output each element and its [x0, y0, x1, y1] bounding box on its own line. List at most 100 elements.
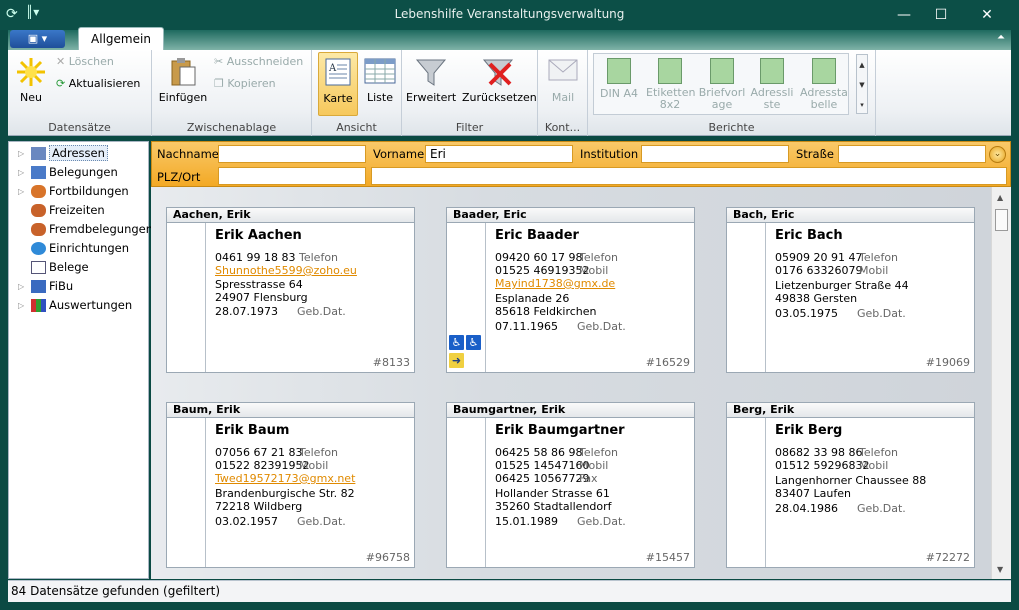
nav-label: FiBu — [49, 279, 74, 293]
kopieren-button[interactable]: ❐ Kopieren — [214, 77, 276, 90]
main-panel: Nachname Vorname Eri Institution Straße … — [151, 141, 1011, 579]
plzort-extra-input[interactable] — [371, 167, 1007, 185]
bericht-etiketten-button[interactable]: Etiketten 8x2 — [646, 58, 695, 111]
tab-allgemein[interactable]: Allgemein — [78, 27, 164, 50]
filter-expand-icon[interactable]: ⌄ — [989, 146, 1006, 163]
card-phone-type: Telefon — [579, 251, 619, 264]
scrollbar-thumb[interactable] — [995, 209, 1008, 231]
gallery-up-icon[interactable]: ▲ — [857, 55, 867, 75]
neu-button[interactable]: Neu — [14, 56, 48, 104]
loeschen-button[interactable]: ✕ Löschen — [56, 55, 114, 68]
nav-belege[interactable]: Belege — [9, 258, 148, 277]
window-title: Lebenshilfe Veranstaltungsverwaltung — [394, 7, 625, 21]
expand-icon[interactable]: ▷ — [18, 163, 24, 182]
card-phone-type: Mobil — [859, 459, 889, 472]
expand-icon[interactable]: ▷ — [18, 182, 24, 201]
erweitert-label: Erweitert — [406, 91, 457, 104]
group-label-zwischenablage: Zwischenablage — [186, 121, 277, 134]
report-icon — [658, 58, 682, 84]
group-label-kontakt: Kont... — [544, 121, 581, 134]
ausschneiden-button[interactable]: ✂ Ausschneiden — [214, 55, 303, 68]
card-header: Baum, Erik — [166, 402, 415, 418]
scroll-down-icon[interactable]: ▼ — [997, 565, 1003, 574]
card-email-link[interactable]: Shunnothe5599@zoho.eu — [215, 264, 357, 277]
new-star-icon — [15, 56, 47, 88]
scroll-up-icon[interactable]: ▲ — [997, 193, 1003, 202]
refresh-icon: ⟳ — [56, 77, 69, 90]
expand-icon[interactable]: ▷ — [18, 296, 24, 315]
close-button[interactable]: ✕ — [964, 0, 1010, 30]
address-card[interactable]: Baumgartner, Erik Erik Baumgartner 06425… — [446, 402, 695, 568]
address-card[interactable]: Baader, Eric ♿ ♿ ➜ Eric Baader 09420 60 … — [446, 207, 695, 373]
address-card[interactable]: Baum, Erik Erik Baum 07056 67 21 83 Tele… — [166, 402, 415, 568]
expand-icon[interactable]: ▷ — [18, 144, 24, 163]
nav-auswertungen[interactable]: ▷ Auswertungen — [9, 296, 148, 315]
gallery-down-icon[interactable]: ▼ — [857, 75, 867, 95]
card-body: Eric Bach 05909 20 91 47 Telefon 0176 63… — [726, 223, 975, 373]
card-birthdate: 28.04.1986 — [775, 502, 838, 515]
card-phone-type: Telefon — [579, 446, 619, 459]
card-header: Bach, Eric — [726, 207, 975, 223]
card-street: Lietzenburger Straße 44 — [775, 279, 909, 292]
institution-input[interactable] — [641, 145, 789, 163]
report-icon — [812, 58, 836, 84]
card-id: #15457 — [645, 551, 690, 564]
card-email-link[interactable]: Twed19572173@gmx.net — [215, 472, 355, 485]
address-card[interactable]: Berg, Erik Erik Berg 08682 33 98 86 Tele… — [726, 402, 975, 568]
strasse-input[interactable] — [838, 145, 986, 163]
card-id: #96758 — [365, 551, 410, 564]
bericht-din-a4-button[interactable]: DIN A4 — [596, 58, 642, 100]
erweitert-button[interactable]: Erweitert — [406, 56, 456, 104]
card-email-link[interactable]: Mayind1738@gmx.de — [495, 277, 615, 290]
ribbon-collapse-icon[interactable]: ⏶ — [997, 32, 1005, 43]
nav-label: Fremdbelegungen — [49, 222, 154, 236]
nav-fibu[interactable]: ▷ FiBu — [9, 277, 148, 296]
gallery-scroll[interactable]: ▲ ▼ ▾ — [856, 54, 868, 114]
bericht-adressliste-button[interactable]: Adressli ste — [748, 58, 796, 111]
card-name: Erik Berg — [775, 423, 843, 438]
aktualisieren-button[interactable]: ⟳ Aktualisieren — [56, 77, 140, 90]
plzort-input[interactable] — [218, 167, 366, 185]
einfuegen-button[interactable]: Einfügen — [158, 56, 208, 104]
card-street: Brandenburgische Str. 82 — [215, 487, 355, 500]
liste-label: Liste — [367, 91, 393, 104]
card-birthdate-label: Geb.Dat. — [577, 515, 626, 528]
bericht-briefvorlage-button[interactable]: Briefvorl age — [698, 58, 746, 111]
card-birthdate-label: Geb.Dat. — [577, 320, 626, 333]
nachname-input[interactable] — [218, 145, 366, 163]
address-card[interactable]: Bach, Eric Eric Bach 05909 20 91 47 Tele… — [726, 207, 975, 373]
application-menu-button[interactable]: ▣ ▾ — [10, 30, 65, 48]
nav-fortbildungen[interactable]: ▷ Fortbildungen — [9, 182, 148, 201]
card-view-scrollbar[interactable]: ▲ ▼ — [991, 187, 1011, 579]
report-icon — [760, 58, 784, 84]
maximize-button[interactable]: ☐ — [918, 0, 964, 30]
nav-adressen[interactable]: ▷ Adressen — [9, 144, 148, 163]
vorname-input[interactable]: Eri — [425, 145, 573, 163]
card-phone: 01522 82391952 — [215, 459, 310, 472]
bericht-adresstabelle-button[interactable]: Adressta belle — [800, 58, 848, 111]
people-icon — [31, 204, 46, 217]
mail-button[interactable]: Mail — [544, 56, 582, 104]
card-street: Spresstrasse 64 — [215, 278, 303, 291]
card-view-icon: A — [322, 57, 354, 89]
group-label-datensaetze: Datensätze — [48, 121, 111, 134]
gallery-more-icon[interactable]: ▾ — [857, 95, 867, 115]
nav-freizeiten[interactable]: Freizeiten — [9, 201, 148, 220]
card-body: Erik Berg 08682 33 98 86 Telefon 01512 5… — [726, 418, 975, 568]
funnel-icon — [415, 56, 447, 88]
nav-fremdbelegungen[interactable]: Fremdbelegungen — [9, 220, 153, 239]
document-icon — [31, 261, 46, 274]
zuruecksetzen-button[interactable]: Zurücksetzen — [462, 56, 537, 104]
card-fax: 06425 10567729 — [495, 472, 590, 485]
ausschneiden-label: Ausschneiden — [226, 55, 304, 68]
nav-belegungen[interactable]: ▷ Belegungen — [9, 163, 148, 182]
nav-einrichtungen[interactable]: Einrichtungen — [9, 239, 148, 258]
mail-label: Mail — [551, 91, 575, 104]
address-card[interactable]: Aachen, Erik Erik Aachen 0461 99 18 83 T… — [166, 207, 415, 373]
institution-label: Institution — [580, 147, 639, 161]
expand-icon[interactable]: ▷ — [18, 277, 24, 296]
liste-button[interactable]: Liste — [362, 56, 398, 104]
karte-button[interactable]: A Karte — [318, 52, 358, 116]
card-street: Hollander Strasse 61 — [495, 487, 610, 500]
kopieren-label: Kopieren — [227, 77, 276, 90]
